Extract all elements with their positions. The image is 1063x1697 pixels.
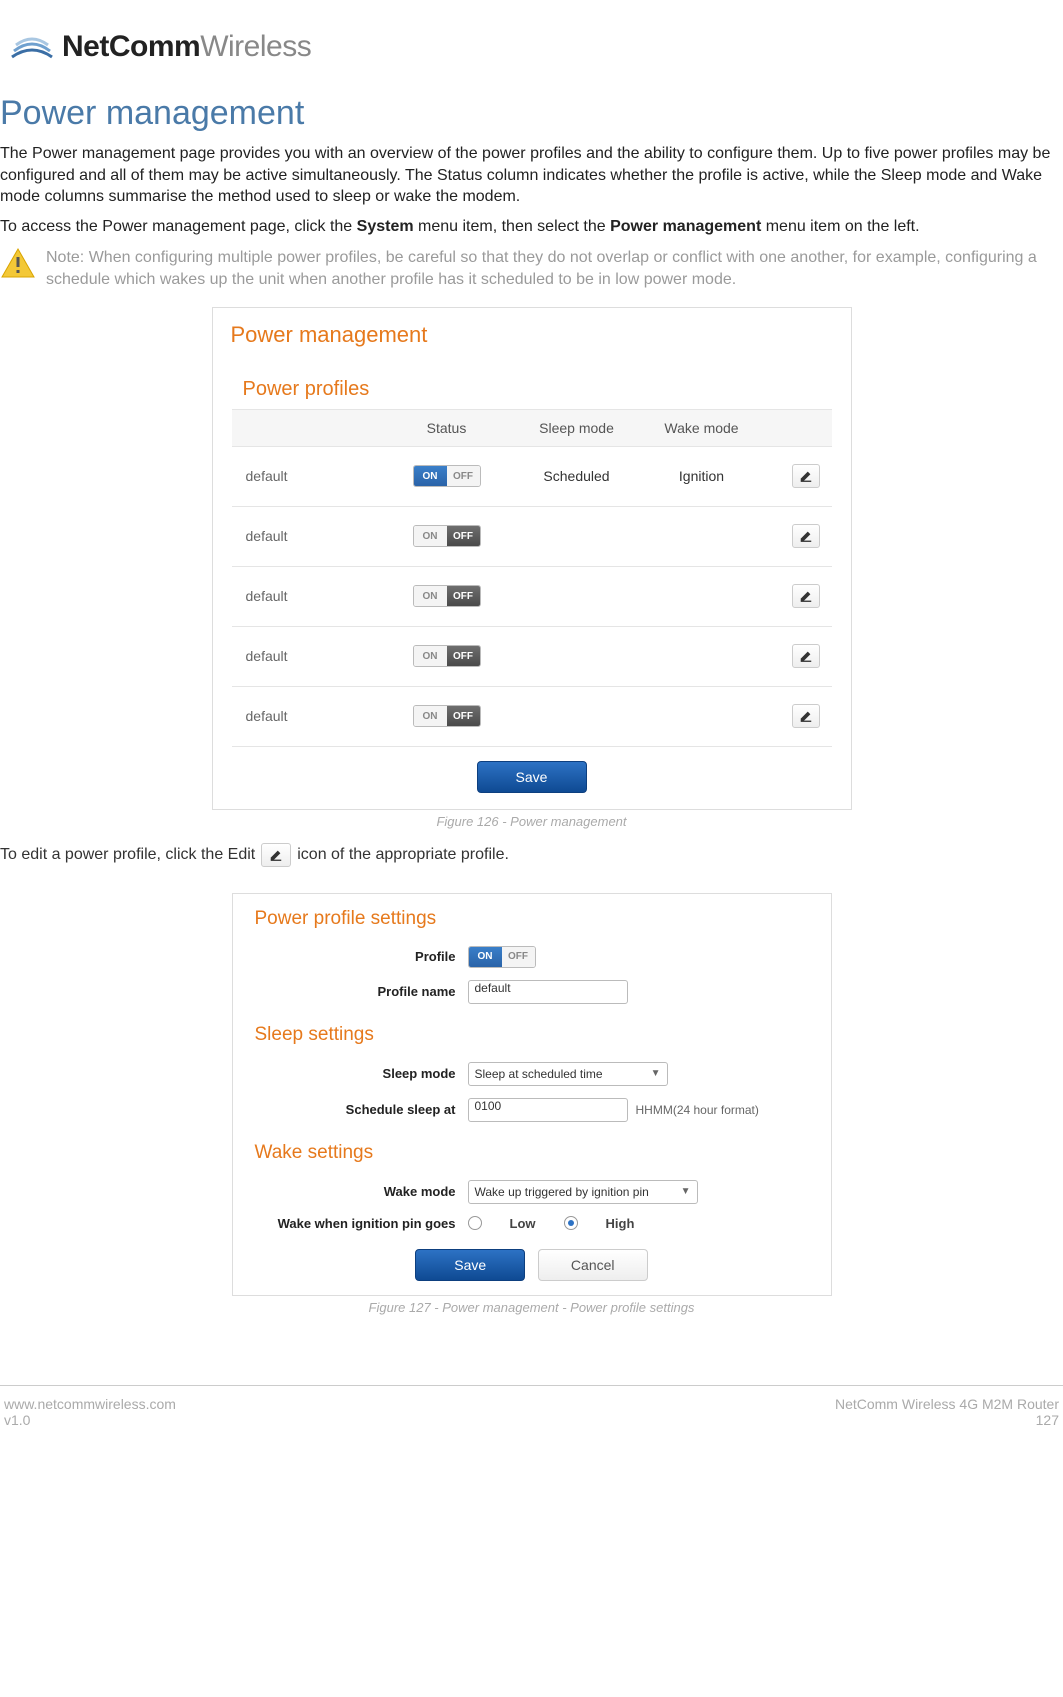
radio-high[interactable]	[564, 1216, 578, 1230]
power-profile-settings-panel: Power profile settings Profile ON OFF Pr…	[232, 893, 832, 1296]
status-toggle[interactable]: ONOFF	[413, 645, 481, 667]
panel-title: Power management	[213, 308, 851, 366]
profile-name: default	[232, 708, 382, 724]
sleep-mode-select[interactable]: Sleep at scheduled time▼	[468, 1062, 668, 1086]
status-toggle[interactable]: ONOFF	[413, 705, 481, 727]
table-row: default ONOFF	[232, 507, 832, 567]
intro-paragraph-1: The Power management page provides you w…	[0, 141, 1063, 214]
intro-paragraph-2: To access the Power management page, cli…	[0, 214, 1063, 244]
radio-low-label: Low	[510, 1216, 536, 1231]
edit-button[interactable]	[792, 584, 820, 608]
note-text: Note: When configuring multiple power pr…	[46, 247, 1063, 290]
save-button[interactable]: Save	[415, 1249, 525, 1281]
schedule-sleep-label: Schedule sleep at	[233, 1102, 468, 1117]
col-sleep: Sleep mode	[512, 420, 642, 436]
footer-page: 127	[835, 1412, 1059, 1428]
edit-button[interactable]	[792, 464, 820, 488]
edit-icon	[261, 843, 291, 867]
wake-mode-cell: Ignition	[642, 468, 762, 484]
sleep-mode-label: Sleep mode	[233, 1066, 468, 1081]
profile-name: default	[232, 588, 382, 604]
page-title: Power management	[0, 94, 1063, 141]
footer-url: www.netcommwireless.com	[4, 1396, 176, 1412]
status-toggle[interactable]: ONOFF	[413, 465, 481, 487]
panel-subtitle: Power profiles	[213, 366, 851, 409]
chevron-down-icon: ▼	[651, 1068, 661, 1079]
status-toggle[interactable]: ONOFF	[413, 525, 481, 547]
table-row: default ONOFF	[232, 627, 832, 687]
sleep-mode-cell: Scheduled	[512, 468, 642, 484]
col-status: Status	[382, 420, 512, 436]
warning-icon	[0, 247, 36, 279]
footer-product: NetComm Wireless 4G M2M Router	[835, 1396, 1059, 1412]
profile-name: default	[232, 468, 382, 484]
wake-mode-label: Wake mode	[233, 1184, 468, 1199]
wake-mode-select[interactable]: Wake up triggered by ignition pin▼	[468, 1180, 698, 1204]
profile-label: Profile	[233, 949, 468, 964]
page-footer: www.netcommwireless.com v1.0 NetComm Wir…	[0, 1385, 1063, 1448]
pps-title: Power profile settings	[233, 894, 831, 940]
brand-text: NetCommWireless	[62, 30, 311, 64]
save-button[interactable]: Save	[477, 761, 587, 793]
table-row: default ONOFF ScheduledIgnition	[232, 447, 832, 507]
status-toggle[interactable]: ONOFF	[413, 585, 481, 607]
schedule-hint: HHMM(24 hour format)	[636, 1103, 759, 1117]
schedule-sleep-input[interactable]: 0100	[468, 1098, 628, 1122]
table-header: Status Sleep mode Wake mode	[232, 409, 832, 447]
chevron-down-icon: ▼	[681, 1186, 691, 1197]
profile-name: default	[232, 648, 382, 664]
footer-version: v1.0	[4, 1412, 176, 1428]
figure-caption-126: Figure 126 - Power management	[0, 812, 1063, 839]
edit-button[interactable]	[792, 704, 820, 728]
brand-icon	[10, 31, 54, 63]
note-block: Note: When configuring multiple power pr…	[0, 243, 1063, 300]
edit-button[interactable]	[792, 644, 820, 668]
sleep-settings-title: Sleep settings	[233, 1010, 831, 1056]
profile-name-input[interactable]: default	[468, 980, 628, 1004]
profile-name: default	[232, 528, 382, 544]
cancel-button[interactable]: Cancel	[538, 1249, 648, 1281]
table-row: default ONOFF	[232, 687, 832, 747]
wake-settings-title: Wake settings	[233, 1128, 831, 1174]
edit-instruction: To edit a power profile, click the Edit …	[0, 839, 1063, 887]
profile-name-label: Profile name	[233, 984, 468, 999]
brand-logo: NetCommWireless	[0, 30, 1063, 94]
wake-pin-label: Wake when ignition pin goes	[233, 1216, 468, 1231]
power-management-panel: Power management Power profiles Status S…	[212, 307, 852, 810]
radio-low[interactable]	[468, 1216, 482, 1230]
figure-caption-127: Figure 127 - Power management - Power pr…	[0, 1298, 1063, 1325]
edit-button[interactable]	[792, 524, 820, 548]
col-wake: Wake mode	[642, 420, 762, 436]
profile-toggle[interactable]: ON OFF	[468, 946, 536, 968]
table-row: default ONOFF	[232, 567, 832, 627]
radio-high-label: High	[606, 1216, 635, 1231]
